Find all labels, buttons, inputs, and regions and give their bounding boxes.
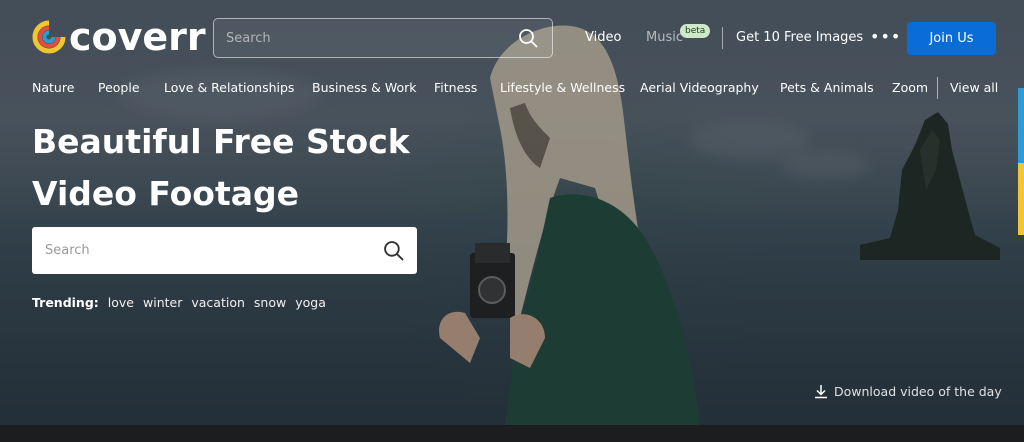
download-label: Download video of the day bbox=[834, 384, 1002, 399]
trending-tag[interactable]: love bbox=[108, 295, 134, 310]
category-lifestyle-wellness[interactable]: Lifestyle & Wellness bbox=[500, 80, 625, 95]
coverr-logo[interactable]: coverr bbox=[32, 16, 206, 58]
category-zoom[interactable]: Zoom bbox=[892, 80, 928, 95]
category-people[interactable]: People bbox=[98, 80, 140, 95]
trending-tag[interactable]: yoga bbox=[295, 295, 326, 310]
more-dots-icon[interactable]: ••• bbox=[870, 27, 901, 46]
nav-divider bbox=[722, 27, 723, 49]
category-divider bbox=[937, 77, 938, 99]
trending-tag[interactable]: vacation bbox=[191, 295, 245, 310]
category-view-all[interactable]: View all bbox=[950, 80, 998, 95]
hero-headline-line1: Beautiful Free Stock bbox=[32, 122, 410, 161]
category-business-work[interactable]: Business & Work bbox=[312, 80, 416, 95]
hero-search-box bbox=[32, 227, 417, 274]
page-bottom-strip bbox=[0, 425, 1024, 442]
logo-rainbow-icon bbox=[32, 20, 66, 54]
header-search-box bbox=[213, 18, 553, 58]
nav-music[interactable]: Music bbox=[646, 30, 683, 45]
category-fitness[interactable]: Fitness bbox=[434, 80, 477, 95]
header-search-input[interactable] bbox=[226, 30, 516, 46]
trending-tag[interactable]: winter bbox=[143, 295, 182, 310]
nav-video[interactable]: Video bbox=[585, 30, 621, 45]
side-accent-yellow bbox=[1018, 163, 1024, 235]
search-icon[interactable] bbox=[516, 26, 540, 50]
hero-headline: Beautiful Free Stock Video Footage bbox=[32, 116, 452, 220]
top-navigation: coverr Video Music beta Get 10 Free Imag… bbox=[0, 0, 1024, 76]
category-pets-animals[interactable]: Pets & Animals bbox=[780, 80, 874, 95]
beta-badge: beta bbox=[680, 24, 711, 38]
category-bar: Nature People Love & Relationships Busin… bbox=[0, 76, 1024, 100]
logo-wordmark: coverr bbox=[69, 15, 206, 59]
hero-search-input[interactable] bbox=[45, 243, 381, 258]
trending-tag[interactable]: snow bbox=[254, 295, 286, 310]
search-icon[interactable] bbox=[381, 239, 405, 263]
trending-tags: Trending: love winter vacation snow yoga bbox=[32, 295, 335, 310]
category-aerial-videography[interactable]: Aerial Videography bbox=[640, 80, 759, 95]
download-icon bbox=[815, 385, 827, 399]
nav-free-images[interactable]: Get 10 Free Images bbox=[736, 30, 863, 45]
download-video-of-day-link[interactable]: Download video of the day bbox=[814, 384, 1002, 399]
hero-headline-line2: Video Footage bbox=[32, 174, 300, 213]
category-nature[interactable]: Nature bbox=[32, 80, 74, 95]
category-love-relationships[interactable]: Love & Relationships bbox=[164, 80, 294, 95]
trending-label: Trending: bbox=[32, 295, 99, 310]
join-us-button[interactable]: Join Us bbox=[907, 22, 996, 55]
